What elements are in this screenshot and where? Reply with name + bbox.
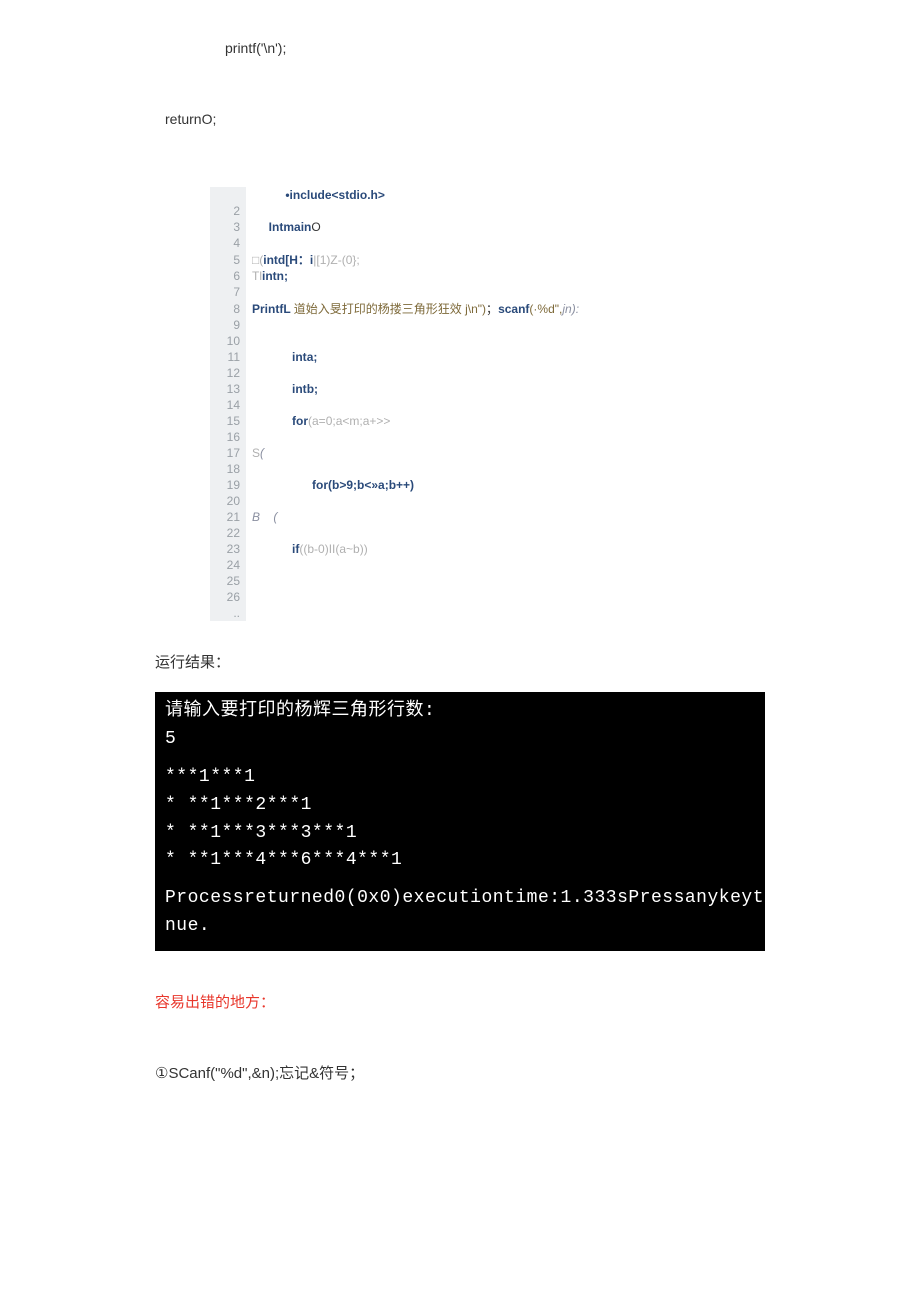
code-line (246, 317, 585, 333)
code-line: intb; (246, 381, 585, 397)
code-line: IntmainO (246, 219, 585, 235)
line-number: .. (210, 605, 246, 621)
line-number: 12 (210, 365, 246, 381)
code-line: S( (246, 445, 585, 461)
line-number: 3 (210, 219, 246, 235)
line-number: 20 (210, 493, 246, 509)
line-number: 14 (210, 397, 246, 413)
line-number: 22 (210, 525, 246, 541)
line-number: 13 (210, 381, 246, 397)
code-line: for(b>9;b<»a;b++) (246, 477, 585, 493)
terminal-line: 5 (165, 726, 755, 754)
editor-table: •include<stdio.h>23 IntmainO45□(intd[H：i… (210, 187, 585, 621)
line-number: 10 (210, 333, 246, 349)
terminal-line: * **1***3***3***1 (165, 820, 755, 848)
code-line (246, 333, 585, 349)
code-line (246, 365, 585, 381)
line-number: 21 (210, 509, 246, 525)
line-number: 16 (210, 429, 246, 445)
line-number (210, 187, 246, 203)
terminal-line: 请输入要打印的杨辉三角形行数: (165, 698, 755, 726)
line-number: 18 (210, 461, 246, 477)
code-line (246, 605, 585, 621)
code-line: Tlintn; (246, 268, 585, 284)
code-line: •include<stdio.h> (246, 187, 585, 203)
code-line (246, 525, 585, 541)
error-point-1: ①SCanf("%d",&n);忘记&符号； (155, 1062, 860, 1083)
top-code-snippet: printf('\n'); returnO; (60, 40, 860, 127)
code-line (246, 573, 585, 589)
code-line (246, 493, 585, 509)
code-line (246, 235, 585, 251)
code-line: B ( (246, 509, 585, 525)
line-number: 5 (210, 251, 246, 268)
line-number: 25 (210, 573, 246, 589)
code-line: for(a=0;a<m;a+>> (246, 413, 585, 429)
terminal-line: * **1***2***1 (165, 792, 755, 820)
code-line: if((b-0)II(a~b)) (246, 541, 585, 557)
terminal-line: Processreturned0(0x0)executiontime:1.333… (165, 885, 755, 913)
line-number: 4 (210, 235, 246, 251)
run-result-heading: 运行结果： (155, 651, 860, 672)
line-number: 2 (210, 203, 246, 219)
code-line (246, 397, 585, 413)
code-line (246, 284, 585, 300)
line-number: 7 (210, 284, 246, 300)
line-number: 24 (210, 557, 246, 573)
code-line: □(intd[H：i|[1)Z-(0}; (246, 251, 585, 268)
error-places-heading: 容易出错的地方： (155, 991, 860, 1012)
line-number: 11 (210, 349, 246, 365)
code-line (246, 429, 585, 445)
terminal-blank (165, 754, 755, 764)
code-line: PrintfL 道始入旻打印的杨搂三角形狂效 j\n")；scanf(·%d",… (246, 300, 585, 317)
line-number: 26 (210, 589, 246, 605)
terminal-line: ***1***1 (165, 764, 755, 792)
line-number: 23 (210, 541, 246, 557)
line-number: 8 (210, 300, 246, 317)
terminal-output: 请输入要打印的杨辉三角形行数: 5 ***1***1 * **1***2***1… (155, 692, 765, 951)
line-number: 15 (210, 413, 246, 429)
terminal-blank (165, 875, 755, 885)
code-line (246, 589, 585, 605)
code-line (246, 557, 585, 573)
terminal-line: nue. (165, 913, 755, 941)
document-page: printf('\n'); returnO; •include<stdio.h>… (0, 0, 920, 1173)
line-number: 9 (210, 317, 246, 333)
code-line (246, 461, 585, 477)
code-editor: •include<stdio.h>23 IntmainO45□(intd[H：i… (210, 187, 860, 621)
code-line (246, 203, 585, 219)
line-number: 17 (210, 445, 246, 461)
line-number: 19 (210, 477, 246, 493)
code-line-return: returnO; (165, 111, 860, 127)
code-line-printf: printf('\n'); (225, 40, 860, 56)
line-number: 6 (210, 268, 246, 284)
terminal-line: * **1***4***6***4***1 (165, 847, 755, 875)
code-line: inta; (246, 349, 585, 365)
